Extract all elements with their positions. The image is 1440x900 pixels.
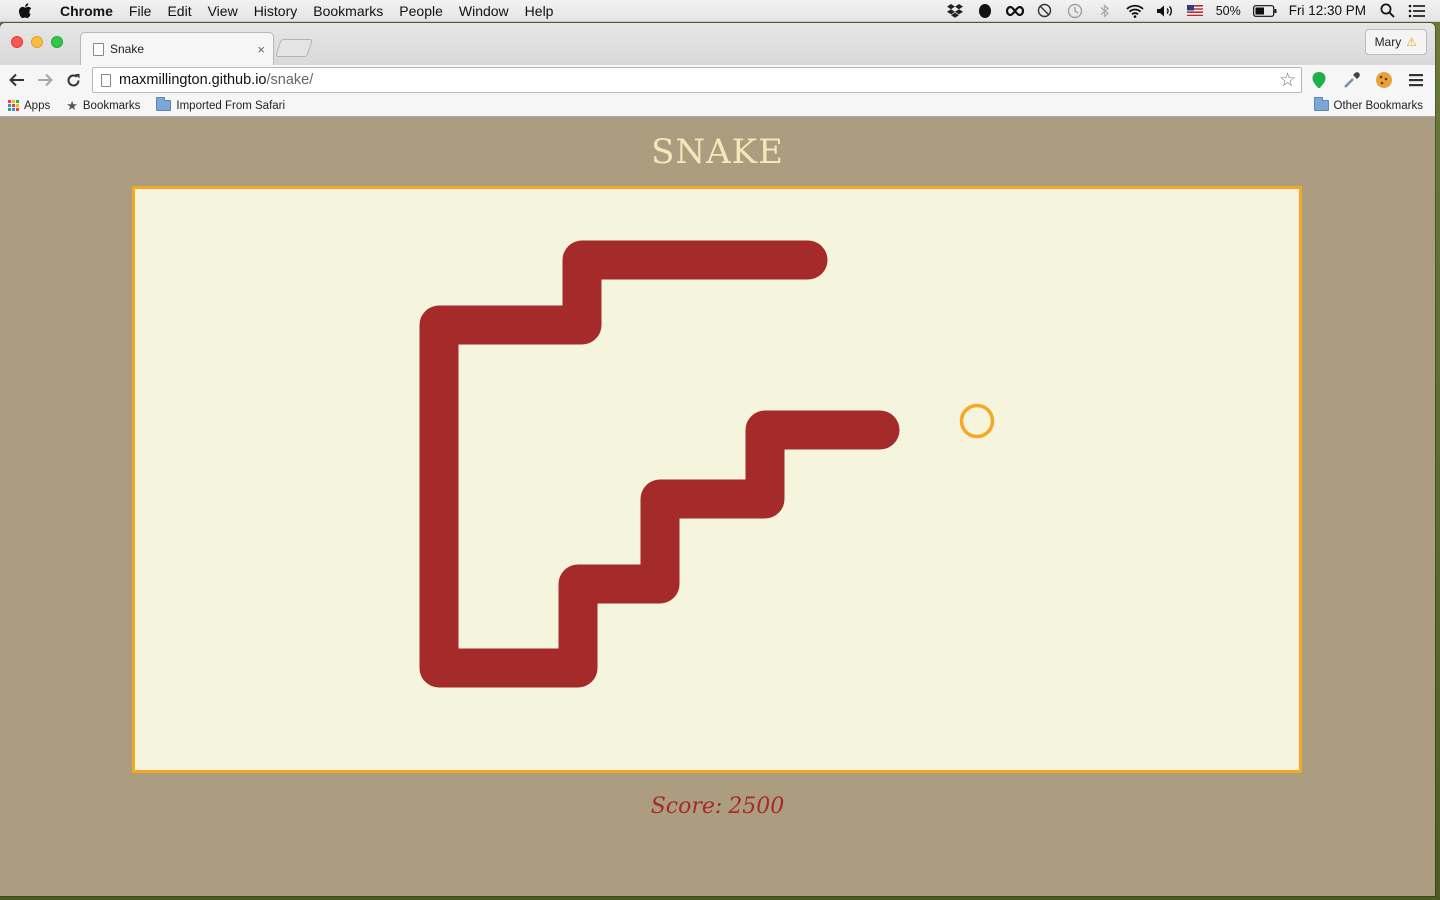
dropbox-icon[interactable] <box>946 3 964 19</box>
window-maximize-button[interactable] <box>51 36 63 48</box>
bookmark-imported-label: Imported From Safari <box>176 99 286 112</box>
menu-window[interactable]: Window <box>451 0 517 22</box>
battery-icon[interactable] <box>1252 3 1277 19</box>
menu-help[interactable]: Help <box>517 0 562 22</box>
score-value: 2500 <box>728 794 785 819</box>
browser-toolbar: maxmillington.github.io /snake/ ☆ <box>0 65 1435 95</box>
battery-percent: 50% <box>1215 3 1241 18</box>
menu-history[interactable]: History <box>246 0 306 22</box>
bluetooth-icon[interactable] <box>1096 3 1114 19</box>
bookmark-star-icon[interactable]: ☆ <box>1279 69 1296 92</box>
bookmark-other-label: Other Bookmarks <box>1333 99 1423 112</box>
browser-window: Snake × Mary ⚠ maxmillington.github.io /… <box>0 23 1435 896</box>
bookmarks-bar: Apps ★ Bookmarks Imported From Safari Ot… <box>0 95 1435 117</box>
folder-icon <box>1313 97 1329 111</box>
apple-menu-icon[interactable] <box>18 2 40 19</box>
chrome-menu-icon[interactable] <box>1406 70 1426 90</box>
game-canvas <box>419 240 995 688</box>
window-minimize-button[interactable] <box>31 36 43 48</box>
page-info-icon[interactable] <box>101 73 111 87</box>
menu-view[interactable]: View <box>200 0 246 22</box>
mac-menubar: Chrome File Edit View History Bookmarks … <box>0 0 1440 22</box>
forward-button[interactable] <box>31 73 59 87</box>
menu-chrome[interactable]: Chrome <box>52 0 121 22</box>
menu-file[interactable]: File <box>121 0 160 22</box>
bookmark-bookmarks[interactable]: ★ Bookmarks <box>58 98 148 114</box>
tab-snake[interactable]: Snake × <box>80 32 274 65</box>
wifi-icon[interactable] <box>1126 3 1144 19</box>
page-favicon-icon <box>93 42 104 56</box>
window-close-button[interactable] <box>11 36 23 48</box>
evernote-icon[interactable] <box>976 3 994 19</box>
score-display: Score: 2500 <box>0 794 1435 819</box>
warning-icon: ⚠ <box>1406 35 1417 49</box>
bookmark-other-folder[interactable]: Other Bookmarks <box>1306 97 1431 112</box>
evernote-extension-icon[interactable] <box>1309 70 1329 90</box>
bookmark-imported-folder[interactable]: Imported From Safari <box>148 97 293 112</box>
profile-name: Mary <box>1374 35 1402 49</box>
tab-close-icon[interactable]: × <box>257 42 265 57</box>
url-path: /snake/ <box>266 72 314 88</box>
food-pellet <box>959 403 995 439</box>
apps-grid-icon <box>8 100 19 111</box>
do-not-disturb-icon[interactable] <box>1036 3 1054 19</box>
bookmark-apps[interactable]: Apps <box>0 100 58 112</box>
score-label: Score: <box>650 794 723 819</box>
snake-body <box>419 240 900 688</box>
bookmark-bookmarks-label: Bookmarks <box>82 99 141 112</box>
menu-edit[interactable]: Edit <box>159 0 199 22</box>
tab-strip: Snake × Mary ⚠ <box>0 23 1435 65</box>
reload-button[interactable] <box>59 73 87 88</box>
game-board[interactable] <box>132 186 1302 773</box>
notification-center-icon[interactable] <box>1408 3 1426 19</box>
tab-title: Snake <box>110 42 145 56</box>
address-bar[interactable]: maxmillington.github.io /snake/ ☆ <box>92 67 1302 93</box>
bookmark-apps-label: Apps <box>24 99 51 112</box>
volume-icon[interactable] <box>1156 3 1174 19</box>
back-button[interactable] <box>3 73 31 87</box>
time-machine-icon[interactable] <box>1066 3 1084 19</box>
eyedropper-extension-icon[interactable] <box>1342 70 1362 90</box>
menu-people[interactable]: People <box>391 0 451 22</box>
game-title: SNAKE <box>651 132 784 172</box>
profile-button[interactable]: Mary ⚠ <box>1364 29 1427 55</box>
url-host: maxmillington.github.io <box>119 72 267 88</box>
menu-bookmarks[interactable]: Bookmarks <box>305 0 391 22</box>
new-tab-button[interactable] <box>275 39 313 57</box>
us-flag-icon[interactable] <box>1186 3 1204 19</box>
cookie-extension-icon[interactable] <box>1374 70 1394 90</box>
window-controls <box>11 36 63 48</box>
folder-icon <box>156 97 172 111</box>
star-icon: ★ <box>66 97 78 113</box>
spotlight-search-icon[interactable] <box>1378 3 1396 19</box>
infinity-icon[interactable] <box>1005 3 1024 19</box>
menubar-clock[interactable]: Fri 12:30 PM <box>1289 3 1366 18</box>
page-content: SNAKE Score: 2500 <box>0 118 1435 896</box>
